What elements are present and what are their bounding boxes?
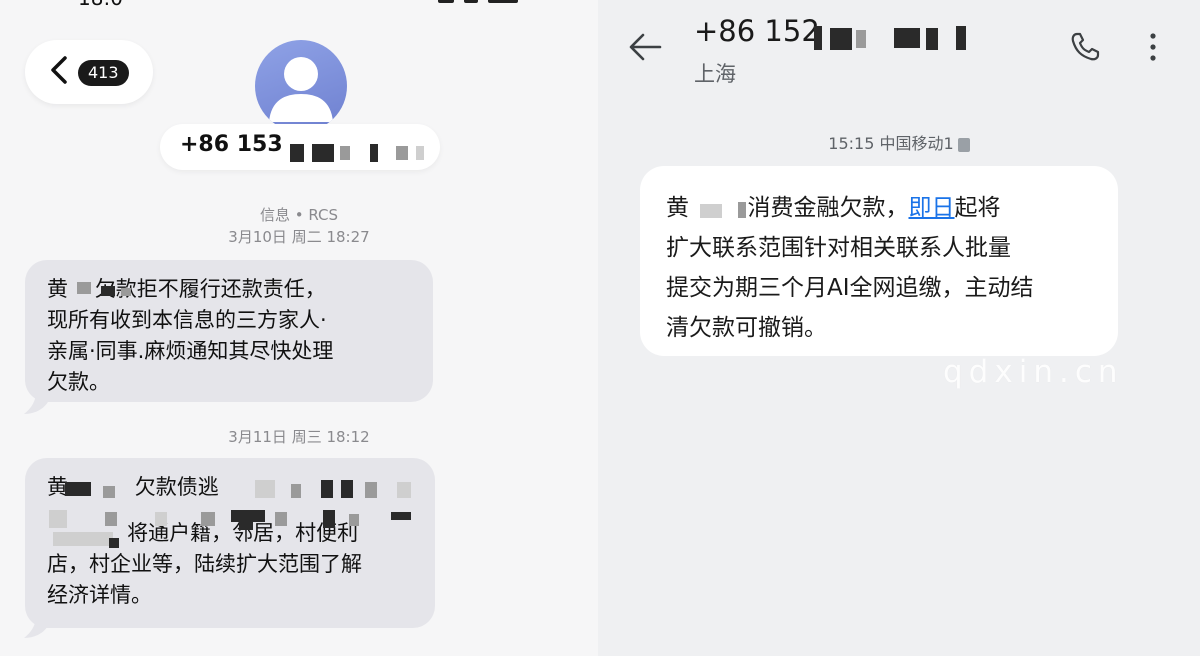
redaction-block	[396, 146, 408, 160]
bubble-tail	[24, 616, 50, 638]
message-bubble[interactable]: 黄 消费金融欠款，即日起将 扩大联系范围针对相关联系人批量 提交为期三个月AI全…	[640, 166, 1118, 356]
message-timestamp: 3月11日 周三 18:12	[228, 428, 370, 446]
redaction-block	[397, 482, 411, 498]
contact-number: +86 153	[180, 132, 283, 157]
redaction-block	[926, 28, 938, 50]
redaction-block	[53, 532, 113, 546]
sim-card-icon	[957, 137, 970, 152]
redaction-block	[255, 480, 275, 498]
redaction-block	[312, 144, 334, 162]
redaction-block	[49, 510, 67, 528]
redaction-block	[290, 144, 304, 162]
chevron-left-icon	[51, 56, 67, 84]
redaction-block	[370, 144, 378, 162]
redaction-block	[340, 146, 350, 160]
unread-count-badge: 413	[78, 60, 129, 86]
status-bar-icons	[438, 0, 548, 4]
message-bubble[interactable]: 黄 欠款拒不履行还款责任， 现所有收到本信息的三方家人· 亲属·同事.麻烦通知其…	[25, 260, 433, 402]
message-timestamp: 3月10日 周二 18:27	[228, 228, 370, 246]
redaction-block	[77, 282, 91, 294]
redaction-block	[103, 486, 115, 498]
arrow-left-icon[interactable]	[628, 32, 662, 62]
ios-message-thread: 18:0 413 +86 153 信息 • RCS 3月10日 周二 18:27…	[0, 0, 598, 656]
redaction-block	[323, 510, 335, 528]
more-vertical-icon[interactable]	[1146, 30, 1160, 64]
contact-location: 上海	[694, 62, 736, 86]
contact-avatar[interactable]	[255, 40, 347, 132]
redaction-block	[239, 520, 253, 530]
redaction-block	[956, 26, 966, 50]
redaction-block	[109, 538, 119, 548]
redaction-block	[700, 204, 722, 218]
redaction-block	[738, 202, 746, 218]
redaction-block	[814, 26, 822, 50]
phone-icon[interactable]	[1068, 30, 1102, 64]
date-link[interactable]: 即日	[909, 195, 955, 221]
thread-service-label: 信息 • RCS	[259, 206, 339, 224]
redaction-block	[201, 512, 215, 526]
redaction-block	[65, 482, 91, 496]
redaction-block	[830, 28, 852, 50]
redaction-block	[856, 30, 866, 48]
redaction-block	[105, 512, 117, 526]
message-timestamp: 15:15 中国移动1	[598, 130, 1200, 154]
contact-number-pill[interactable]: +86 153	[160, 124, 440, 170]
timestamp-text: 15:15 中国移动1	[828, 134, 954, 153]
redaction-block	[349, 514, 359, 526]
redaction-block	[275, 512, 287, 526]
status-bar-time: 18:0	[78, 0, 123, 10]
message-bubble[interactable]: 黄 欠款债逃 将通户籍，邻居，村便利 店，村企业等，陆续扩大范围了解 经济详情。	[25, 458, 435, 628]
redaction-block	[155, 512, 167, 526]
redaction-block	[365, 482, 377, 498]
watermark: qdxin.cn	[943, 354, 1124, 390]
android-message-thread: +86 152 上海 15:15 中国移动1 黄 消费金融欠款，即日起将 扩大联…	[598, 0, 1200, 656]
redaction-block	[391, 512, 411, 520]
redaction-block	[101, 286, 115, 296]
contact-number: +86 152	[694, 14, 820, 48]
redaction-block	[416, 146, 424, 160]
redaction-block	[291, 484, 301, 498]
redaction-block	[341, 480, 353, 498]
redaction-block	[894, 28, 920, 48]
person-icon	[269, 57, 333, 122]
redaction-block	[121, 288, 131, 296]
bubble-tail	[24, 392, 50, 414]
redaction-block	[321, 480, 333, 498]
